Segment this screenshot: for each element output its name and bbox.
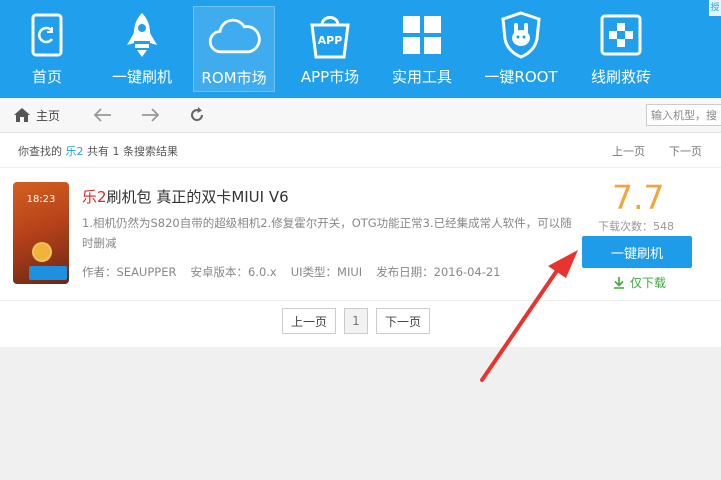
cloud-icon xyxy=(207,11,261,61)
prev-page-link-top[interactable]: 上一页 xyxy=(612,143,645,159)
nav-item-rescue-brick[interactable]: 线刷救砖 xyxy=(585,6,657,92)
app-bag-icon: APP xyxy=(303,10,357,60)
next-page-button[interactable]: 下一页 xyxy=(376,308,430,334)
rom-meta: 作者：SEAUPPER 安卓版本：6.0.x UI类型：MIUI 发布日期：2016-… xyxy=(82,264,515,280)
rom-ui-type: UI类型：MIUI xyxy=(290,265,363,279)
nav-label: 首页 xyxy=(31,68,62,86)
corner-tag[interactable]: 授 xyxy=(709,0,721,16)
nav-item-home[interactable]: 首页 xyxy=(18,6,76,92)
house-icon xyxy=(14,108,30,122)
current-page-button[interactable]: 1 xyxy=(344,308,368,334)
next-page-link-top[interactable]: 下一页 xyxy=(669,143,702,159)
rescue-plus-icon xyxy=(594,10,648,60)
app-icon-text: APP xyxy=(317,34,343,47)
top-nav-bar: 首页 一键刷机 ROM市场 APP APP市场 实用工具 一键ROOT 线刷救砖… xyxy=(0,0,721,98)
home-link[interactable]: 主页 xyxy=(14,98,60,132)
back-arrow-icon[interactable] xyxy=(94,106,112,124)
refresh-icon[interactable] xyxy=(188,106,206,124)
nav-item-app-market[interactable]: APP APP市场 xyxy=(292,6,368,92)
download-only-label: 仅下载 xyxy=(630,276,667,290)
title-rest: 刷机包 真正的双卡MIUI V6 xyxy=(106,188,289,206)
thumb-time: 18:23 xyxy=(26,194,56,205)
rom-score: 7.7 xyxy=(612,178,665,217)
title-highlight: 乐2 xyxy=(82,188,107,206)
unlock-ring-icon xyxy=(32,242,52,262)
summary-keyword: 乐2 xyxy=(65,145,84,158)
rocket-icon xyxy=(115,10,169,60)
nav-item-utilities[interactable]: 实用工具 xyxy=(386,6,458,92)
home-label: 主页 xyxy=(36,108,61,123)
download-arrow-icon xyxy=(614,276,624,289)
summary-prefix: 你查找的 xyxy=(18,145,62,158)
download-only-link[interactable]: 仅下载 xyxy=(613,274,666,291)
browser-nav-bar: 主页 xyxy=(0,98,721,133)
rom-author: 作者：SEAUPPER xyxy=(82,265,177,279)
nav-label: APP市场 xyxy=(300,68,360,86)
rom-release-date: 发布日期：2016-04-21 xyxy=(376,265,501,279)
summary-suffix: 共有 1 条搜索结果 xyxy=(87,145,178,158)
forward-arrow-icon[interactable] xyxy=(141,106,159,124)
nav-label: 一键刷机 xyxy=(111,68,172,86)
rom-logo xyxy=(29,266,67,280)
search-summary: 你查找的 乐2 共有 1 条搜索结果 xyxy=(18,143,178,159)
root-shield-icon xyxy=(494,10,548,60)
nav-item-one-click-flash[interactable]: 一键刷机 xyxy=(104,6,180,92)
rom-title[interactable]: 乐2刷机包 真正的双卡MIUI V6 xyxy=(82,186,289,207)
tools-grid-icon xyxy=(395,10,449,60)
one-click-flash-button[interactable]: 一键刷机 xyxy=(582,236,692,268)
rom-screenshot-thumbnail[interactable]: 18:23 xyxy=(13,182,69,284)
search-summary-bar: 你查找的 乐2 共有 1 条搜索结果 上一页 下一页 xyxy=(0,133,721,168)
prev-page-button[interactable]: 上一页 xyxy=(282,308,336,334)
nav-label: 一键ROOT xyxy=(484,68,558,86)
nav-label: 实用工具 xyxy=(391,68,452,86)
home-icon xyxy=(20,10,74,60)
rom-description: 1.相机仍然为S820自带的超级相机2.修复霍尔开关，OTG功能正常3.已经集成… xyxy=(82,216,572,250)
nav-item-rom-market[interactable]: ROM市场 xyxy=(193,6,275,92)
nav-item-one-click-root[interactable]: 一键ROOT xyxy=(478,6,564,92)
model-search-input[interactable] xyxy=(646,104,721,126)
nav-label: 线刷救砖 xyxy=(590,68,651,86)
download-count: 下载次数：548 xyxy=(598,220,674,233)
nav-label: ROM市场 xyxy=(201,69,267,87)
rom-android-version: 安卓版本：6.0.x xyxy=(190,265,277,279)
